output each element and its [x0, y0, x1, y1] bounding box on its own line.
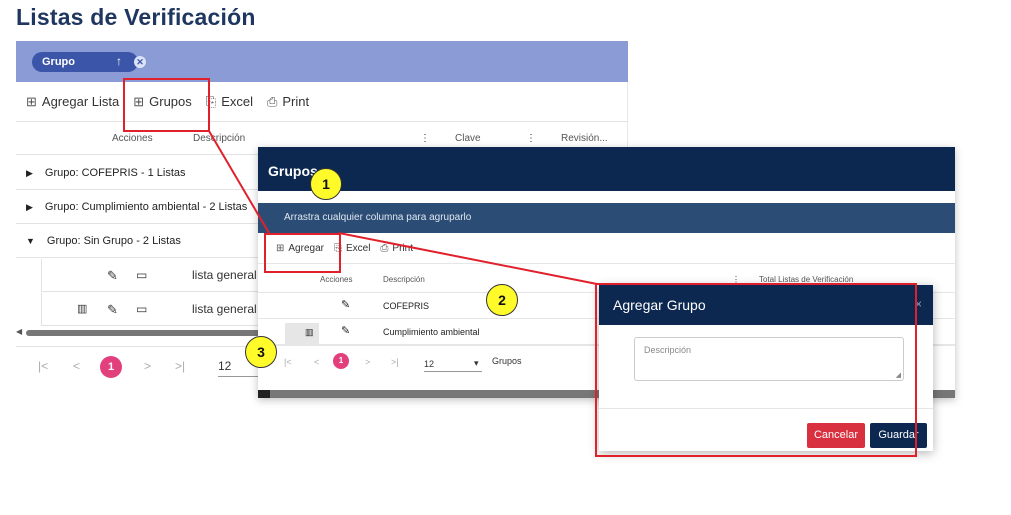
trash-icon[interactable]: ▥ — [77, 302, 87, 315]
main-toolbar: ⊞ Agregar Lista ⊞ Grupos ⎘ Excel ⎙ Print — [16, 82, 628, 122]
expand-icon[interactable]: ▶ — [26, 168, 33, 179]
excel-label: Excel — [221, 94, 253, 109]
pager-label: Grupos — [492, 356, 522, 366]
annotation-box-groups — [123, 78, 210, 132]
current-page[interactable]: 1 — [100, 356, 122, 378]
row-description: COFEPRIS — [383, 301, 430, 311]
chevron-down-icon[interactable]: ▾ — [474, 358, 479, 369]
scrollbar-thumb[interactable] — [26, 330, 266, 336]
arrow-up-icon[interactable]: ↑ — [116, 54, 122, 68]
col-menu-icon[interactable]: ⋮ — [420, 133, 430, 144]
groups-dialog-title: Grupos — [258, 147, 955, 191]
next-page-button[interactable]: > — [144, 359, 151, 373]
first-page-button[interactable]: |< — [38, 359, 48, 373]
scroll-left-icon[interactable]: ◀ — [16, 327, 22, 336]
col-revision[interactable]: Revisión... — [561, 133, 608, 144]
callout-2: 2 — [486, 284, 518, 316]
groups-print-label: Print — [392, 242, 413, 254]
collapse-icon[interactable]: ▼ — [26, 236, 35, 246]
group-panel: Grupo ↑ ✕ — [16, 41, 628, 82]
group-chip[interactable]: Grupo ↑ ✕ — [32, 52, 146, 72]
add-list-label: Agregar Lista — [41, 94, 120, 109]
last-page-button[interactable]: >| — [391, 357, 399, 367]
col-description[interactable]: Descripción — [383, 275, 425, 284]
print-icon: ⎙ — [266, 93, 278, 109]
callout-1: 1 — [310, 168, 342, 200]
excel-button[interactable]: ⎘ Excel — [206, 94, 253, 110]
next-page-button[interactable]: > — [365, 357, 370, 367]
add-list-button[interactable]: ⊞ Agregar Lista — [26, 94, 119, 110]
group-hint: Arrastra cualquier columna para agruparl… — [258, 203, 955, 233]
edit-icon[interactable]: ✎ — [341, 324, 350, 337]
group-chip-label: Grupo — [42, 56, 75, 68]
edit-icon[interactable]: ✎ — [107, 302, 118, 318]
row-description: Cumplimiento ambiental — [383, 327, 480, 337]
group-row-label: Grupo: Cumplimiento ambiental - 2 Listas — [44, 201, 248, 213]
trash-button[interactable] — [285, 323, 319, 345]
expand-icon[interactable]: ▶ — [26, 202, 33, 213]
group-row-label: Grupo: Sin Grupo - 2 Listas — [46, 235, 181, 247]
horizontal-scrollbar[interactable]: ◀ — [16, 327, 266, 337]
annotation-box-add — [264, 233, 341, 273]
last-page-button[interactable]: >| — [175, 359, 185, 373]
scrollbar-thumb[interactable] — [258, 390, 270, 398]
print-icon: ⎙ — [380, 242, 389, 254]
page-title: Listas de Verificación — [16, 4, 256, 30]
groups-print-button[interactable]: ⎙ Print — [380, 243, 413, 254]
col-key[interactable]: Clave — [455, 133, 481, 144]
current-page[interactable]: 1 — [333, 353, 349, 369]
close-circle-icon[interactable]: ✕ — [134, 56, 146, 68]
print-label: Print — [282, 94, 310, 109]
groups-toolbar: ⊞ Agregar ⎘ Excel ⎙ Print — [258, 233, 955, 263]
group-row-label: Grupo: COFEPRIS - 1 Listas — [44, 167, 186, 179]
row-description: lista general p — [192, 268, 267, 282]
first-page-button[interactable]: |< — [284, 357, 292, 367]
col-actions[interactable]: Acciones — [320, 275, 352, 284]
col-actions[interactable]: Acciones — [112, 133, 153, 144]
row-description: lista general c — [192, 302, 267, 316]
callout-3: 3 — [245, 336, 277, 368]
add-list-icon: ⊞ — [26, 93, 37, 109]
annotation-box-modal — [595, 283, 917, 457]
prev-page-button[interactable]: < — [314, 357, 319, 367]
folder-icon[interactable]: ▭ — [136, 302, 147, 316]
trash-icon[interactable]: ▥ — [305, 327, 314, 338]
edit-icon[interactable]: ✎ — [107, 268, 118, 284]
col-menu-icon[interactable]: ⋮ — [526, 133, 536, 144]
edit-icon[interactable]: ✎ — [341, 298, 350, 311]
folder-icon[interactable]: ▭ — [136, 268, 147, 282]
prev-page-button[interactable]: < — [73, 359, 80, 373]
groups-excel-label: Excel — [345, 242, 371, 254]
col-description[interactable]: Descripción — [193, 133, 245, 144]
print-button[interactable]: ⎙ Print — [267, 94, 309, 110]
